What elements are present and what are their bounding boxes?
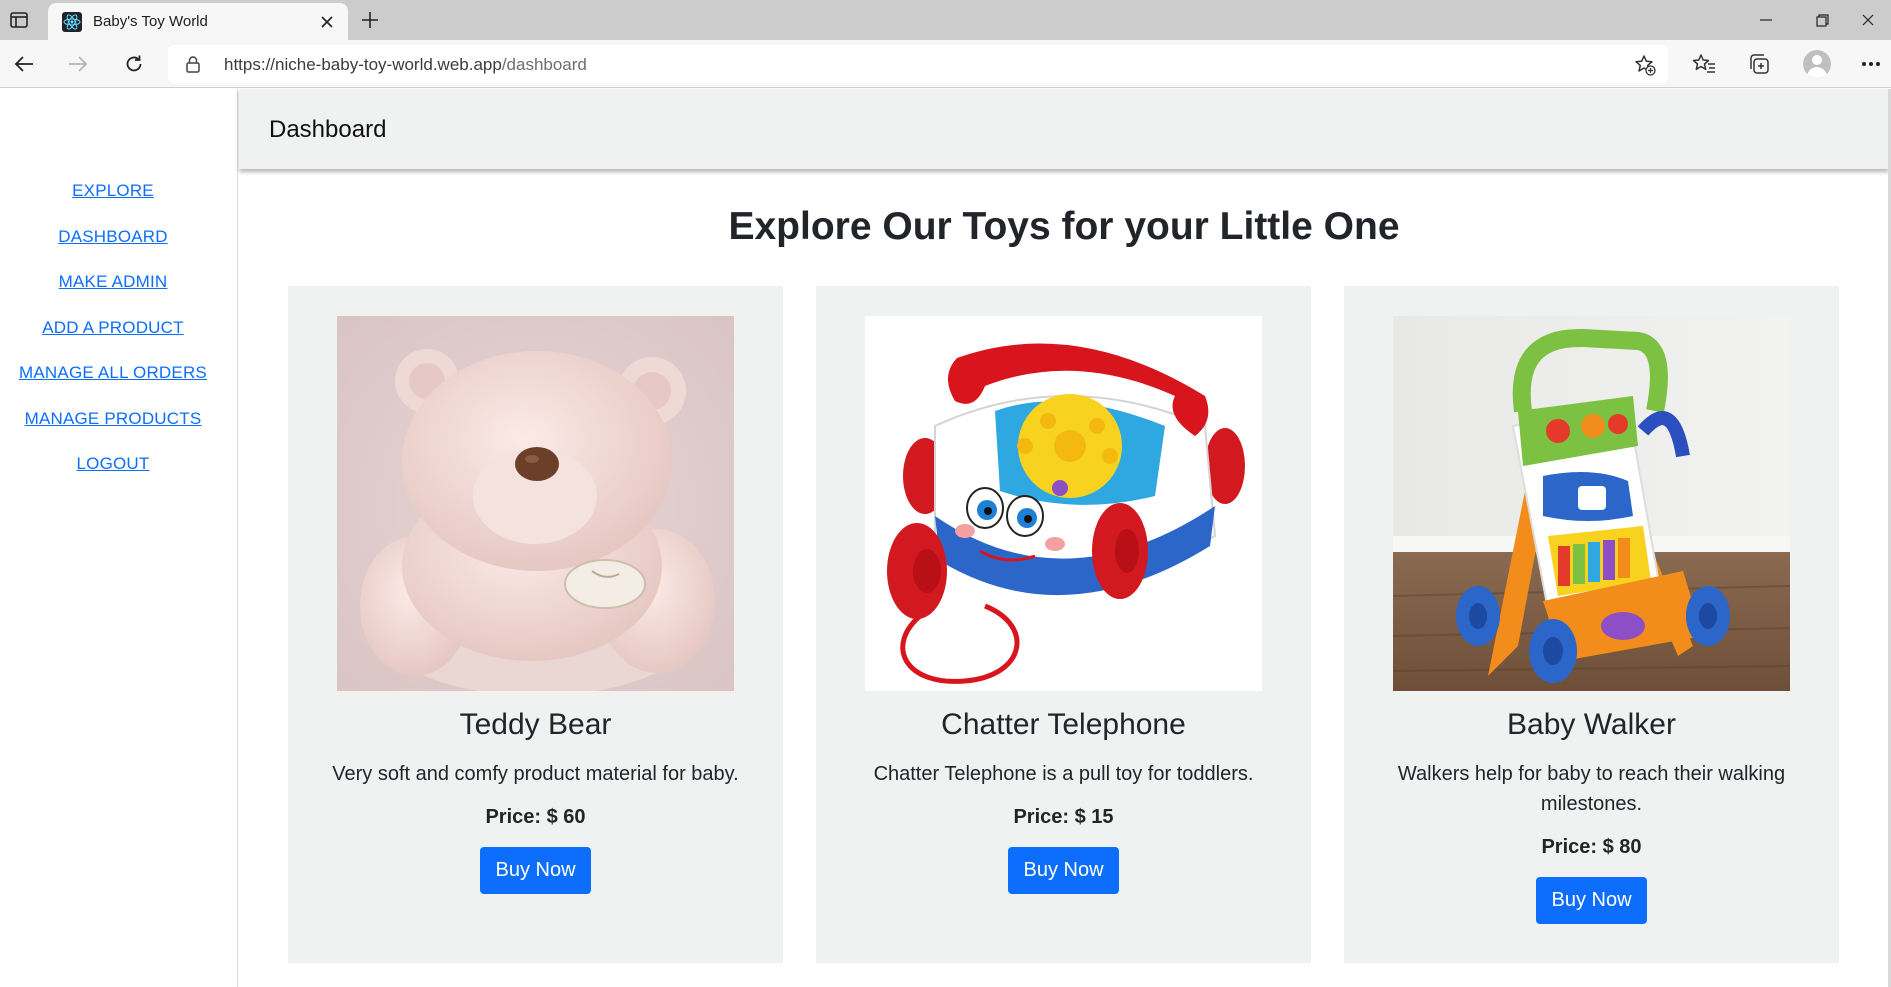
sidebar-item-logout[interactable]: LOGOUT <box>0 454 226 474</box>
tab-title: Baby's Toy World <box>93 13 208 30</box>
browser-toolbar: https://niche-baby-toy-world.web.app/das… <box>0 40 1891 88</box>
buy-now-button[interactable]: Buy Now <box>480 847 591 894</box>
react-logo-icon <box>62 12 82 32</box>
address-bar[interactable]: https://niche-baby-toy-world.web.app/das… <box>168 45 1668 83</box>
product-card: Teddy Bear Very soft and comfy product m… <box>288 286 783 963</box>
product-description: Very soft and comfy product material for… <box>332 763 739 785</box>
product-name: Chatter Telephone <box>941 708 1186 741</box>
more-icon[interactable] <box>1857 50 1885 78</box>
minimize-icon[interactable] <box>1743 6 1789 34</box>
product-price: Price: $ 15 <box>1013 806 1114 828</box>
product-price: Price: $ 60 <box>485 806 586 828</box>
product-image-chatter-telephone <box>865 316 1262 691</box>
lock-icon[interactable] <box>184 55 202 73</box>
plus-icon[interactable] <box>357 8 383 32</box>
window-close-icon[interactable] <box>1845 6 1891 34</box>
sidebar: EXPLORE DASHBOARD MAKE ADMIN ADD A PRODU… <box>0 89 238 987</box>
url-text[interactable]: https://niche-baby-toy-world.web.app/das… <box>224 55 587 75</box>
url-path: /dashboard <box>501 55 587 74</box>
close-icon[interactable] <box>317 12 337 32</box>
sidebar-item-explore[interactable]: EXPLORE <box>0 181 226 201</box>
product-card: Chatter Telephone Chatter Telephone is a… <box>816 286 1311 963</box>
browser-tab[interactable]: Baby's Toy World <box>48 3 348 40</box>
page-title: Dashboard <box>269 116 387 143</box>
section-heading: Explore Our Toys for your Little One <box>728 205 1400 248</box>
tab-actions-icon[interactable] <box>6 8 32 32</box>
sidebar-item-manage-products[interactable]: MANAGE PRODUCTS <box>0 409 226 429</box>
buy-now-button[interactable]: Buy Now <box>1008 847 1119 894</box>
favorites-icon[interactable] <box>1690 50 1718 78</box>
product-description: Chatter Telephone is a pull toy for todd… <box>873 763 1254 785</box>
product-name: Baby Walker <box>1507 708 1676 741</box>
profile-icon[interactable] <box>1803 50 1831 78</box>
sidebar-item-dashboard[interactable]: DASHBOARD <box>0 227 226 247</box>
restore-icon[interactable] <box>1799 6 1845 34</box>
product-image-teddy-bear <box>337 316 734 691</box>
buy-now-button[interactable]: Buy Now <box>1536 877 1647 924</box>
sidebar-item-add-a-product[interactable]: ADD A PRODUCT <box>0 318 226 338</box>
url-host: https://niche-baby-toy-world.web.app <box>224 55 502 74</box>
collections-icon[interactable] <box>1745 50 1773 78</box>
add-favorite-icon[interactable] <box>1634 54 1656 76</box>
page: EXPLORE DASHBOARD MAKE ADMIN ADD A PRODU… <box>0 89 1891 987</box>
refresh-icon[interactable] <box>119 49 149 79</box>
product-image-baby-walker <box>1393 316 1790 691</box>
tab-strip: Baby's Toy World <box>0 0 1891 40</box>
back-arrow-icon[interactable] <box>9 49 39 79</box>
product-name: Teddy Bear <box>459 708 612 741</box>
sidebar-item-make-admin[interactable]: MAKE ADMIN <box>0 272 226 292</box>
forward-arrow-icon[interactable] <box>63 49 93 79</box>
product-price: Price: $ 80 <box>1541 836 1642 858</box>
product-description: Walkers help for baby to reach their wal… <box>1397 763 1786 815</box>
product-card: Baby Walker Walkers help for baby to rea… <box>1344 286 1839 963</box>
sidebar-item-manage-all-orders[interactable]: MANAGE ALL ORDERS <box>0 363 226 383</box>
dashboard-header: Dashboard <box>239 89 1889 169</box>
